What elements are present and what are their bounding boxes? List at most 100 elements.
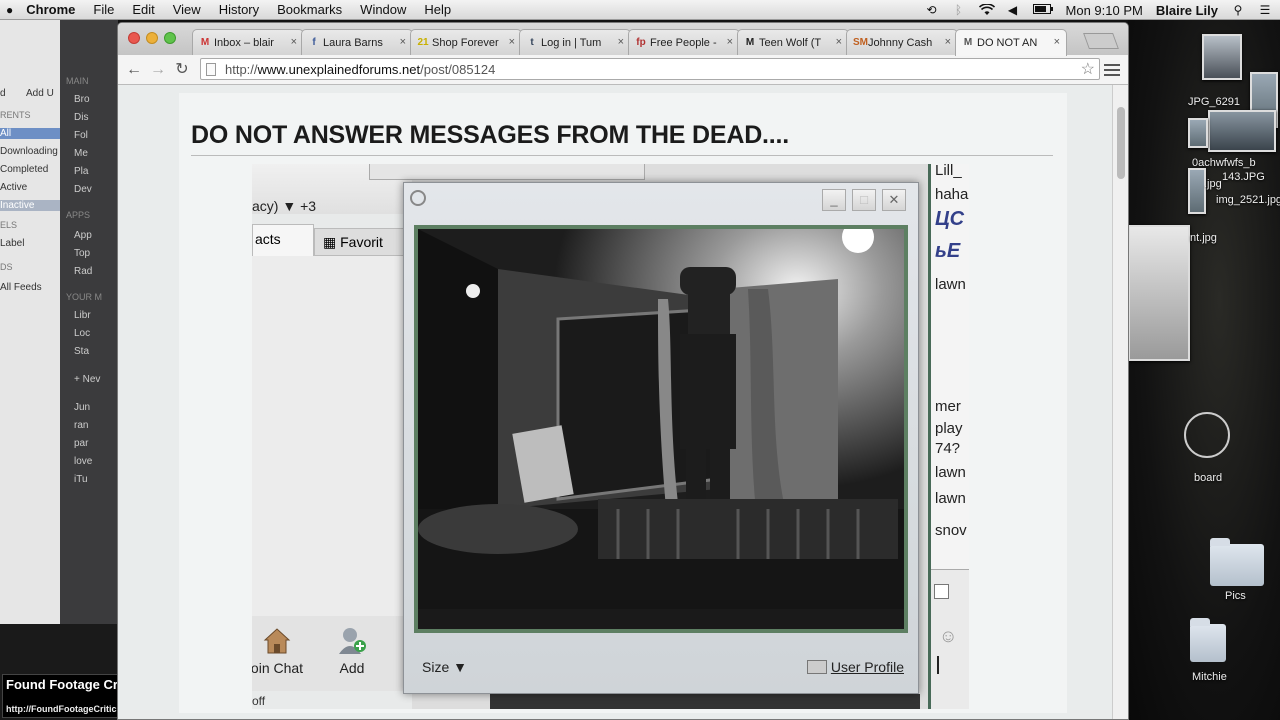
- desktop-photo-thumbnail[interactable]: [1208, 110, 1276, 152]
- emoticon-icon[interactable]: ☺: [939, 626, 957, 647]
- desktop-photo-thumbnail[interactable]: [1202, 34, 1242, 80]
- sidebar-item[interactable]: Pla: [74, 166, 88, 177]
- folder-icon[interactable]: [1190, 618, 1226, 662]
- sidebar-item[interactable]: d: [0, 88, 6, 99]
- desktop-file-label[interactable]: board: [1194, 472, 1222, 484]
- tab-contacts[interactable]: acts: [252, 224, 314, 256]
- wifi-icon[interactable]: [978, 3, 995, 16]
- sidebar-item[interactable]: Fol: [74, 130, 88, 141]
- menu-app-chrome[interactable]: Chrome: [22, 2, 84, 17]
- page-scrollbar[interactable]: [1112, 85, 1128, 719]
- sidebar-item[interactable]: Inactive: [0, 200, 60, 211]
- sidebar-item[interactable]: iTu: [74, 474, 88, 485]
- desktop-file-label[interactable]: 143.JPG: [1222, 171, 1265, 183]
- bluetooth-icon[interactable]: ᛒ: [952, 4, 966, 16]
- video-window-titlebar[interactable]: _ □ ✕: [404, 183, 920, 213]
- sidebar-item[interactable]: Jun: [74, 402, 90, 413]
- sidebar-item[interactable]: Rad: [74, 266, 92, 277]
- privacy-dropdown[interactable]: acy) ▼ +3: [252, 198, 316, 214]
- sidebar-item[interactable]: Loc: [74, 328, 90, 339]
- apple-menu-icon[interactable]: ●: [0, 3, 22, 17]
- sidebar-item[interactable]: Active: [0, 182, 27, 193]
- sidebar-item[interactable]: par: [74, 438, 88, 449]
- back-arrow-icon[interactable]: ←: [124, 60, 144, 80]
- sidebar-item[interactable]: All Feeds: [0, 282, 42, 293]
- scrollbar-thumb[interactable]: [1117, 107, 1125, 179]
- desktop-file-label[interactable]: img_2521.jpg: [1216, 194, 1280, 206]
- sidebar-item[interactable]: Libr: [74, 310, 91, 321]
- contact-list[interactable]: [252, 256, 412, 616]
- tab-close-icon[interactable]: ×: [509, 36, 515, 48]
- address-bar[interactable]: http://www.unexplainedforums.net/post/08…: [200, 58, 1100, 80]
- zoom-window-button[interactable]: [164, 32, 176, 44]
- browser-tab[interactable]: t Log in | Tum ×: [519, 29, 631, 55]
- new-tab-button[interactable]: [1083, 33, 1119, 49]
- time-machine-icon[interactable]: ⟲: [925, 4, 939, 16]
- minimize-icon[interactable]: _: [822, 189, 846, 211]
- join-chat-button[interactable]: oin Chat: [252, 626, 312, 676]
- browser-tab[interactable]: fp Free People - ×: [628, 29, 740, 55]
- browser-tab[interactable]: 21 Shop Forever ×: [410, 29, 522, 55]
- user-profile-link[interactable]: User Profile: [806, 659, 904, 675]
- tab-close-icon[interactable]: ×: [727, 36, 733, 48]
- sidebar-item[interactable]: + Nev: [74, 374, 100, 385]
- clock[interactable]: Mon 9:10 PM: [1066, 3, 1143, 18]
- tab-close-icon[interactable]: ×: [1054, 36, 1060, 48]
- minimize-window-button[interactable]: [146, 32, 158, 44]
- sidebar-item[interactable]: Top: [74, 248, 90, 259]
- sidebar-item[interactable]: Sta: [74, 346, 89, 357]
- tab-close-icon[interactable]: ×: [945, 36, 951, 48]
- desktop-file-label[interactable]: .jpg: [1204, 178, 1222, 190]
- menu-edit[interactable]: Edit: [123, 2, 163, 17]
- tab-close-icon[interactable]: ×: [400, 36, 406, 48]
- sidebar-item[interactable]: ran: [74, 420, 88, 431]
- sidebar-item[interactable]: Completed: [0, 164, 48, 175]
- sidebar-item[interactable]: Dis: [74, 112, 88, 123]
- user-name[interactable]: Blaire Lily: [1156, 3, 1218, 18]
- menu-help[interactable]: Help: [415, 2, 460, 17]
- notification-center-icon[interactable]: ☰: [1258, 4, 1272, 16]
- desktop-photo-thumbnail[interactable]: [1188, 168, 1206, 214]
- desktop-file-label[interactable]: JPG_6291: [1188, 96, 1240, 108]
- sidebar-item[interactable]: Me: [74, 148, 88, 159]
- menu-bookmarks[interactable]: Bookmarks: [268, 2, 351, 17]
- desktop-folder-label[interactable]: Mitchie: [1192, 671, 1227, 683]
- add-contact-button[interactable]: Add: [332, 626, 372, 676]
- spotlight-search-icon[interactable]: ⚲: [1231, 4, 1245, 16]
- browser-tab[interactable]: f Laura Barns ×: [301, 29, 413, 55]
- desktop-folder-label[interactable]: Pics: [1225, 590, 1246, 602]
- desktop-photo-thumbnail[interactable]: [1188, 118, 1208, 148]
- tab-close-icon[interactable]: ×: [836, 36, 842, 48]
- browser-tab[interactable]: SM Johnny Cash ×: [846, 29, 958, 55]
- folder-icon[interactable]: [1210, 538, 1264, 586]
- close-window-button[interactable]: [128, 32, 140, 44]
- menu-history[interactable]: History: [210, 2, 268, 17]
- sidebar-item[interactable]: App: [74, 230, 92, 241]
- sidebar-item[interactable]: Dev: [74, 184, 92, 195]
- browser-tab[interactable]: M DO NOT AN ×: [955, 29, 1067, 56]
- bookmark-star-icon[interactable]: ☆: [1081, 59, 1095, 79]
- chat-checkbox[interactable]: [934, 584, 949, 599]
- size-dropdown[interactable]: Size ▼: [422, 659, 467, 675]
- sidebar-item[interactable]: All: [0, 128, 60, 139]
- close-icon[interactable]: ✕: [882, 189, 906, 211]
- chat-input-field[interactable]: [937, 656, 939, 674]
- browser-tab[interactable]: M Teen Wolf (T ×: [737, 29, 849, 55]
- tab-close-icon[interactable]: ×: [618, 36, 624, 48]
- sidebar-item[interactable]: Label: [0, 238, 24, 249]
- chrome-menu-icon[interactable]: [1104, 61, 1120, 77]
- sidebar-item[interactable]: Add U: [26, 88, 54, 99]
- menu-view[interactable]: View: [164, 2, 210, 17]
- sidebar-item[interactable]: Downloading: [0, 146, 58, 157]
- reload-icon[interactable]: ↻: [172, 60, 192, 80]
- sidebar-item[interactable]: love: [74, 456, 92, 467]
- volume-icon[interactable]: ◀: [1006, 4, 1020, 16]
- browser-tab[interactable]: M Inbox – blair ×: [192, 29, 304, 55]
- desktop-file-label[interactable]: nt.jpg: [1190, 232, 1217, 244]
- tab-close-icon[interactable]: ×: [291, 36, 297, 48]
- tab-favorites[interactable]: ▦ Favorit: [314, 228, 414, 256]
- battery-icon[interactable]: [1032, 4, 1053, 16]
- forward-arrow-icon[interactable]: →: [148, 60, 168, 80]
- menu-window[interactable]: Window: [351, 2, 415, 17]
- sidebar-item[interactable]: Bro: [74, 94, 90, 105]
